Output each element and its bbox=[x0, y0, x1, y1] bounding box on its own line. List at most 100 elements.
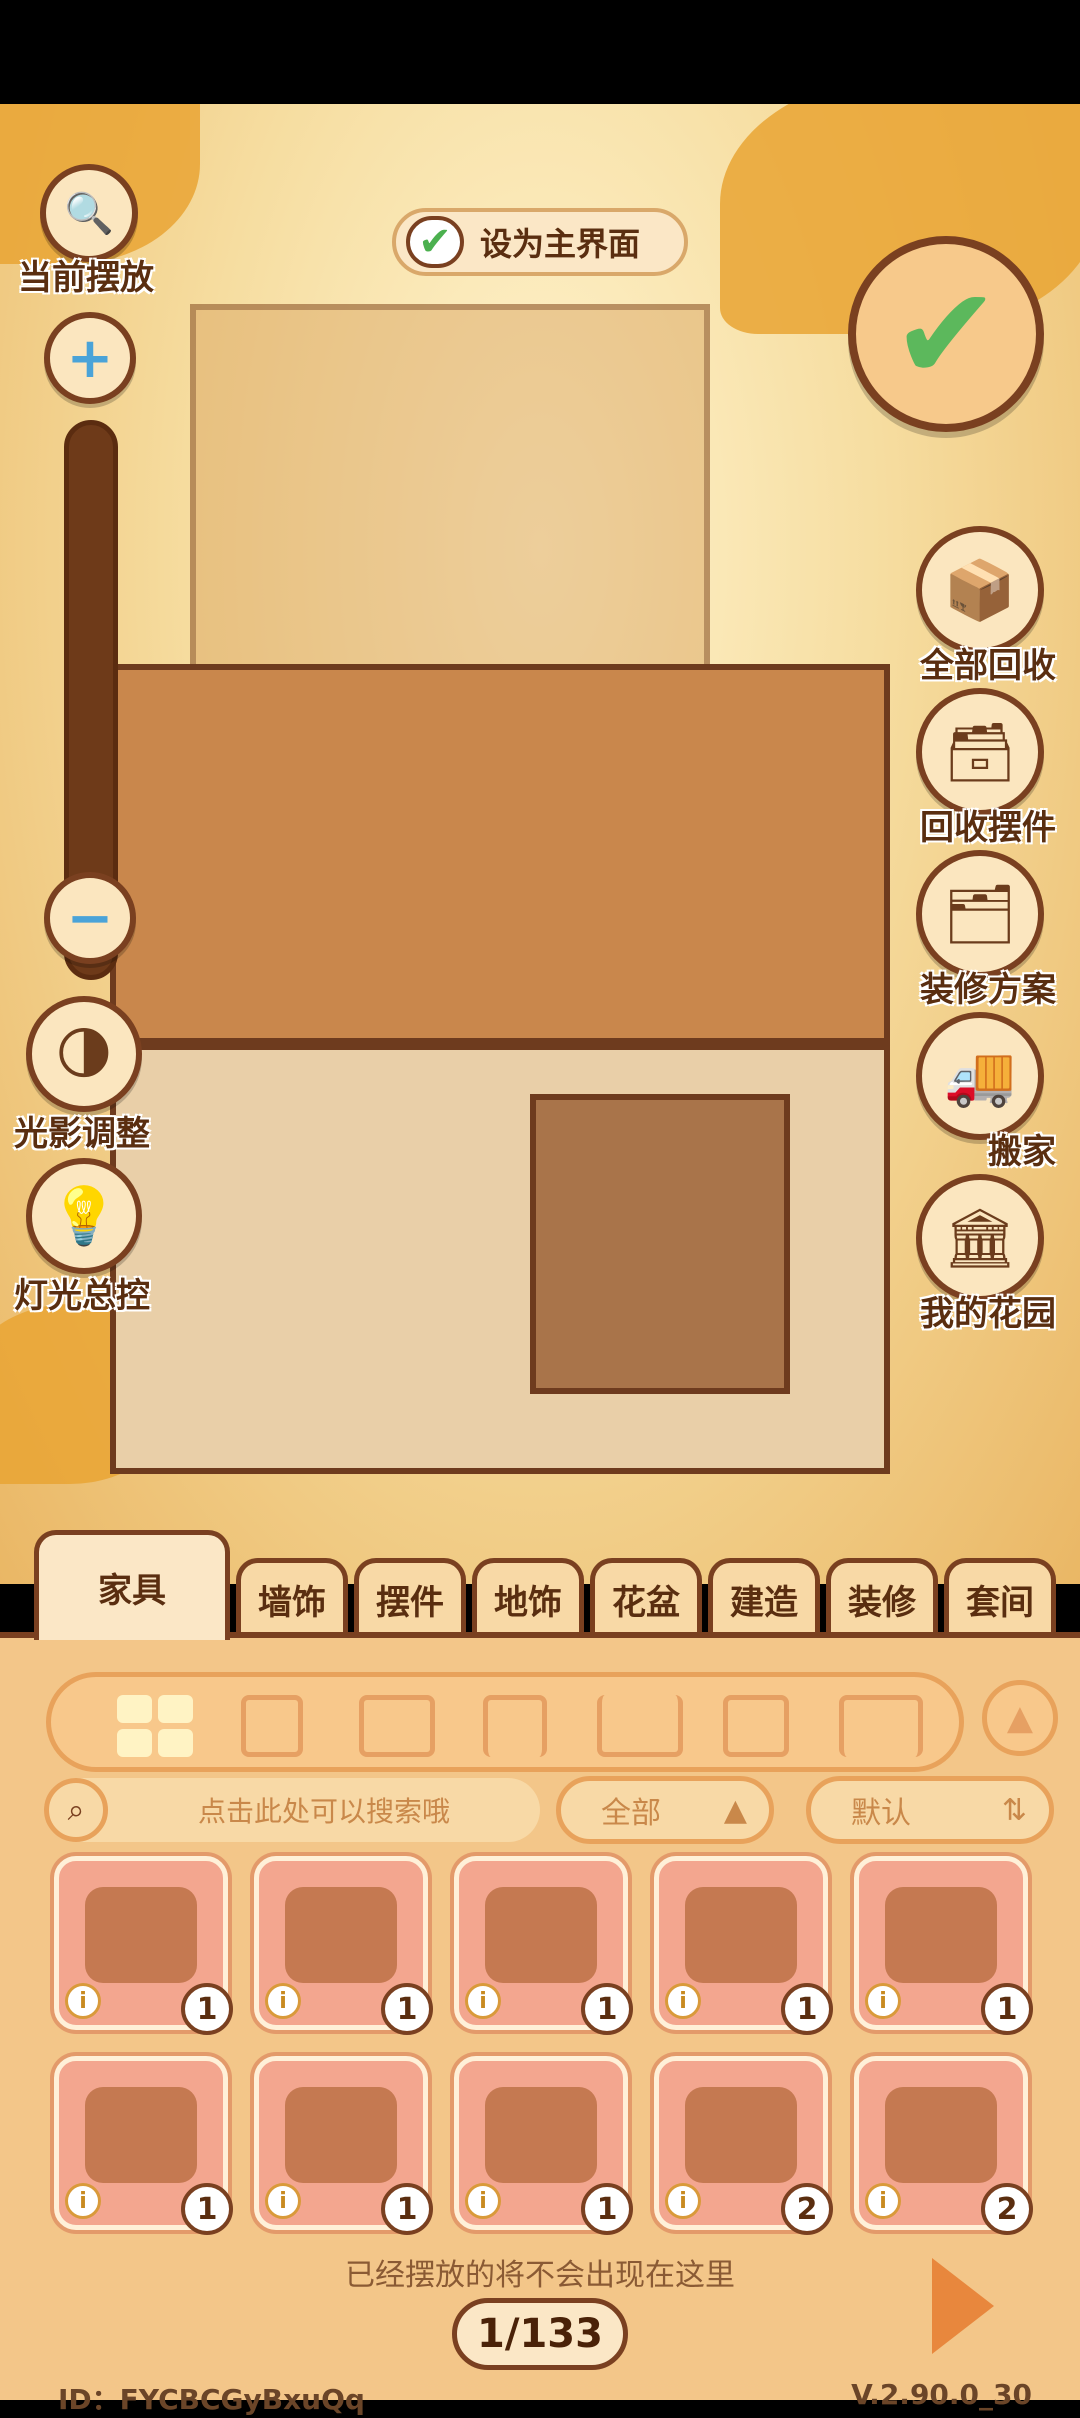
tab-wall-decor[interactable]: 墙饰 bbox=[236, 1558, 348, 1636]
recycle-all-label: 全部回收 bbox=[920, 646, 1056, 686]
cabinet-icon[interactable] bbox=[723, 1695, 789, 1757]
light-control-button[interactable]: 💡 bbox=[26, 1158, 142, 1274]
search-field[interactable]: ⌕ 点击此处可以搜索哦 bbox=[44, 1778, 540, 1842]
my-garden-label: 我的花园 bbox=[920, 1294, 1056, 1334]
filter-label: 全部 bbox=[601, 1796, 661, 1831]
recycle-ornaments-label: 回收摆件 bbox=[920, 808, 1056, 848]
armchair-icon bbox=[685, 1887, 797, 1983]
chevron-up-icon: ▲ bbox=[1006, 1698, 1034, 1738]
all-grid-icon[interactable] bbox=[117, 1695, 193, 1757]
current-placement-button[interactable]: 🔍 bbox=[40, 164, 138, 262]
big-check-icon: ✔ bbox=[891, 258, 1001, 410]
renovation-plan-icon: 🗂 bbox=[943, 879, 1017, 948]
garden-arch-icon: 🏛 bbox=[943, 1203, 1017, 1272]
plus-icon: + bbox=[66, 325, 114, 391]
tab-build[interactable]: 建造 bbox=[708, 1558, 820, 1636]
info-icon[interactable]: i bbox=[865, 1983, 901, 2019]
minus-icon: − bbox=[66, 885, 114, 951]
tab-floor-decor[interactable]: 地饰 bbox=[472, 1558, 584, 1636]
set-main-screen-label: 设为主界面 bbox=[480, 225, 641, 263]
tab-renovate[interactable]: 装修 bbox=[826, 1558, 938, 1636]
filter-dropdown[interactable]: 全部 ▲ bbox=[556, 1776, 774, 1844]
item-card[interactable]: i1 bbox=[654, 1856, 833, 2035]
upper-floor-ghost bbox=[190, 304, 710, 684]
renovation-plan-label: 装修方案 bbox=[920, 970, 1056, 1010]
set-main-screen-button[interactable]: ✔ 设为主界面 bbox=[392, 208, 688, 276]
log-flowers-icon bbox=[885, 2087, 997, 2183]
move-house-label: 搬家 bbox=[988, 1132, 1056, 1172]
tab-flowerpots[interactable]: 花盆 bbox=[590, 1558, 702, 1636]
info-icon[interactable]: i bbox=[465, 2183, 501, 2219]
info-icon[interactable]: i bbox=[465, 1983, 501, 2019]
item-count: 1 bbox=[381, 2183, 433, 2235]
sort-arrows-icon: ⇅ bbox=[1001, 1792, 1027, 1828]
item-count: 1 bbox=[181, 1983, 233, 2035]
fridge-icon[interactable] bbox=[241, 1695, 303, 1757]
light-control-label: 灯光总控 bbox=[14, 1276, 150, 1316]
tab-ornaments[interactable]: 摆件 bbox=[354, 1558, 466, 1636]
collapse-panel-button[interactable]: ▲ bbox=[982, 1680, 1058, 1756]
house-model[interactable] bbox=[110, 304, 970, 1564]
table-icon[interactable] bbox=[839, 1695, 923, 1757]
item-card[interactable]: i1 bbox=[54, 1856, 233, 2035]
lighting-adjust-button[interactable]: 🌗 bbox=[26, 996, 142, 1112]
info-icon[interactable]: i bbox=[65, 1983, 101, 2019]
item-card[interactable]: i1 bbox=[454, 2056, 633, 2235]
sort-dropdown[interactable]: 默认 ⇅ bbox=[806, 1776, 1054, 1844]
branch-icon bbox=[85, 2087, 197, 2183]
blanket-pile-icon bbox=[285, 2087, 397, 2183]
sort-label: 默认 bbox=[851, 1796, 911, 1831]
info-icon[interactable]: i bbox=[65, 2183, 101, 2219]
page-indicator: 1/133 bbox=[452, 2298, 628, 2370]
info-icon[interactable]: i bbox=[265, 2183, 301, 2219]
tab-furniture[interactable]: 家具 bbox=[34, 1530, 230, 1640]
next-page-arrow-icon[interactable] bbox=[932, 2258, 994, 2354]
search-placeholder: 点击此处可以搜索哦 bbox=[197, 1795, 450, 1828]
stone-arch-icon bbox=[885, 1887, 997, 1983]
subcategory-bar bbox=[46, 1672, 964, 1772]
item-count: 1 bbox=[781, 1983, 833, 2035]
my-garden-button[interactable]: 🏛 bbox=[916, 1174, 1044, 1302]
box-recycle-icon: 📦 bbox=[943, 555, 1017, 624]
item-count: 1 bbox=[981, 1983, 1033, 2035]
recycle-all-button[interactable]: 📦 bbox=[916, 526, 1044, 654]
category-tabs: 家具 墙饰 摆件 地饰 花盆 建造 装修 套间 bbox=[0, 1530, 1080, 1640]
info-icon[interactable]: i bbox=[665, 1983, 701, 2019]
player-id: ID：FYCBCGyBxuQq bbox=[58, 2383, 365, 2416]
zoom-in-button[interactable]: + bbox=[44, 312, 136, 404]
recycle-ornaments-button[interactable]: 🗃 bbox=[916, 688, 1044, 816]
placement-hint: 已经摆放的将不会出现在这里 bbox=[345, 2258, 735, 2293]
upper-room bbox=[110, 664, 890, 1044]
item-card[interactable]: i1 bbox=[254, 1856, 433, 2035]
wood-floor-icon bbox=[485, 2087, 597, 2183]
item-count: 2 bbox=[781, 2183, 833, 2235]
lighting-adjust-label: 光影调整 bbox=[14, 1114, 150, 1154]
move-house-button[interactable]: 🚚 bbox=[916, 1012, 1044, 1140]
bed-icon[interactable] bbox=[597, 1695, 683, 1757]
info-icon[interactable]: i bbox=[265, 1983, 301, 2019]
item-card[interactable]: i2 bbox=[654, 2056, 833, 2235]
confirm-button[interactable]: ✔ bbox=[848, 236, 1044, 432]
item-count: 1 bbox=[581, 1983, 633, 2035]
item-panel: ▲ ⌕ 点击此处可以搜索哦 全部 ▲ 默认 ⇅ i1 i1 i1 i1 i1 i… bbox=[0, 1632, 1080, 2416]
item-card[interactable]: i1 bbox=[254, 2056, 433, 2235]
tab-suites[interactable]: 套间 bbox=[944, 1558, 1056, 1636]
item-card[interactable]: i1 bbox=[454, 1856, 633, 2035]
info-icon[interactable]: i bbox=[865, 2183, 901, 2219]
stool-icon[interactable] bbox=[483, 1695, 547, 1757]
item-card[interactable]: i2 bbox=[854, 2056, 1033, 2235]
waterfall-icon bbox=[685, 2087, 797, 2183]
item-card[interactable]: i1 bbox=[54, 2056, 233, 2235]
toilet-icon[interactable] bbox=[359, 1695, 435, 1757]
sun-moon-icon: 🌗 bbox=[54, 1021, 114, 1087]
fox-rug-icon bbox=[85, 1887, 197, 1983]
item-count: 1 bbox=[181, 2183, 233, 2235]
item-card[interactable]: i1 bbox=[854, 1856, 1033, 2035]
zoom-out-button[interactable]: − bbox=[44, 872, 136, 964]
version-label: V.2.90.0_30 bbox=[851, 2378, 1032, 2411]
ornament-recycle-icon: 🗃 bbox=[943, 717, 1017, 786]
renovation-plan-button[interactable]: 🗂 bbox=[916, 850, 1044, 978]
item-count: 2 bbox=[981, 2183, 1033, 2235]
info-icon[interactable]: i bbox=[665, 2183, 701, 2219]
item-count: 1 bbox=[581, 2183, 633, 2235]
